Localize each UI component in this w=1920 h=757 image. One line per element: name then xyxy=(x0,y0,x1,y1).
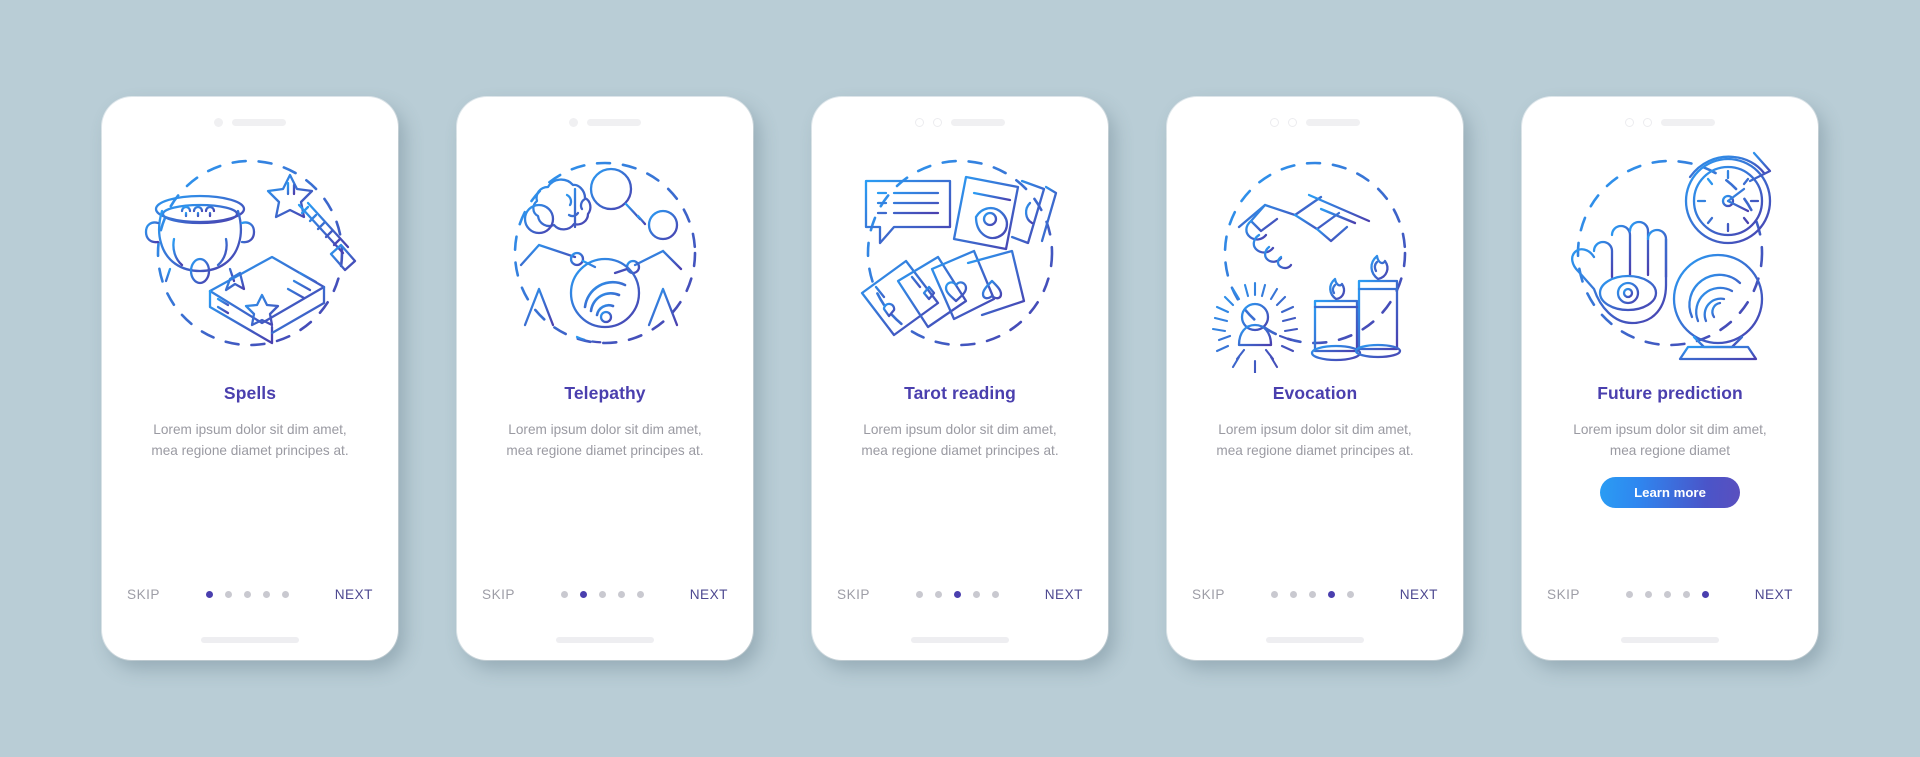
page-title: Spells xyxy=(223,383,277,403)
page-description: Lorem ipsum dolor sit dim amet, mea regi… xyxy=(506,422,704,458)
camera-icon-secondary xyxy=(933,117,942,127)
onboarding-nav-row-2: SKIP NEXT xyxy=(457,587,753,602)
skip-button[interactable]: SKIP xyxy=(1547,587,1580,602)
camera-icon xyxy=(1625,117,1634,127)
phone-screen-future-prediction: Future prediction Lorem ipsum dolor sit … xyxy=(1522,97,1818,660)
speaker-grille xyxy=(232,118,286,126)
camera-icon-secondary xyxy=(1288,117,1297,127)
phone-screen-evocation: Evocation Lorem ipsum dolor sit dim amet… xyxy=(1167,97,1463,660)
phone-screen-spells: Spells Lorem ipsum dolor sit dim amet, m… xyxy=(102,97,398,660)
pagination-dot-3[interactable] xyxy=(243,591,251,598)
pagination-dot-2[interactable] xyxy=(934,591,942,598)
page-title: Telepathy xyxy=(564,383,646,403)
pagination-dots xyxy=(1270,591,1354,598)
page-description: Lorem ipsum dolor sit dim amet, mea regi… xyxy=(1216,422,1414,458)
pagination-dot-5[interactable] xyxy=(281,591,289,598)
pagination-dot-2[interactable] xyxy=(1644,591,1652,598)
speaker-grille xyxy=(1661,118,1715,126)
skip-button[interactable]: SKIP xyxy=(1192,587,1225,602)
phone-screen-tarot-reading: Tarot reading Lorem ipsum dolor sit dim … xyxy=(812,97,1108,660)
onboarding-screens-stage: Spells Lorem ipsum dolor sit dim amet, m… xyxy=(0,0,1920,757)
pagination-dot-1[interactable] xyxy=(1270,591,1278,598)
skip-button[interactable]: SKIP xyxy=(127,587,160,602)
camera-icon xyxy=(1270,117,1279,127)
illustration-cauldron-wand-spellbook xyxy=(122,141,378,373)
onboarding-nav-row-3: SKIP NEXT xyxy=(812,587,1108,602)
pagination-dot-3[interactable] xyxy=(953,591,961,598)
home-indicator xyxy=(201,637,299,643)
next-button[interactable]: NEXT xyxy=(690,587,728,602)
skip-button[interactable]: SKIP xyxy=(482,587,515,602)
illustration-tarot-cards-speech-bubble xyxy=(832,141,1088,373)
pagination-dots xyxy=(1625,591,1709,598)
page-description: Lorem ipsum dolor sit dim amet, mea regi… xyxy=(861,422,1059,458)
next-button[interactable]: NEXT xyxy=(335,587,373,602)
pagination-dot-1[interactable] xyxy=(1625,591,1633,598)
page-title: Evocation xyxy=(1272,383,1358,403)
camera-icon-secondary xyxy=(1643,117,1652,127)
page-title: Tarot reading xyxy=(904,383,1016,403)
onboarding-nav-row-1: SKIP NEXT xyxy=(102,587,398,602)
speaker-grille xyxy=(1306,118,1360,126)
home-indicator xyxy=(911,637,1009,643)
camera-icon xyxy=(915,117,924,127)
learn-more-button[interactable]: Learn more xyxy=(1600,477,1740,508)
speaker-grille xyxy=(587,118,641,126)
pagination-dot-3[interactable] xyxy=(1663,591,1671,598)
pagination-dot-1[interactable] xyxy=(560,591,568,598)
speaker-grille xyxy=(951,118,1005,126)
pagination-dots xyxy=(205,591,289,598)
page-description: Lorem ipsum dolor sit dim amet, mea regi… xyxy=(151,422,349,458)
phone-status-bar-2 xyxy=(457,97,753,137)
pagination-dots xyxy=(915,591,999,598)
illustration-palm-clock-crystalball xyxy=(1542,141,1798,373)
phone-status-bar-5 xyxy=(1522,97,1818,137)
home-indicator xyxy=(556,637,654,643)
skip-button[interactable]: SKIP xyxy=(837,587,870,602)
next-button[interactable]: NEXT xyxy=(1045,587,1083,602)
onboarding-nav-row-5: SKIP NEXT xyxy=(1522,587,1818,602)
pagination-dot-5[interactable] xyxy=(1701,591,1709,598)
home-indicator xyxy=(1266,637,1364,643)
pagination-dot-1[interactable] xyxy=(205,591,213,598)
home-indicator xyxy=(1621,637,1719,643)
page-description: Lorem ipsum dolor sit dim amet, mea regi… xyxy=(1573,422,1767,458)
pagination-dot-5[interactable] xyxy=(991,591,999,598)
pagination-dot-5[interactable] xyxy=(636,591,644,598)
pagination-dot-4[interactable] xyxy=(972,591,980,598)
camera-icon xyxy=(569,117,578,127)
illustration-telepathy-figures-brain xyxy=(477,141,733,373)
pagination-dot-2[interactable] xyxy=(579,591,587,598)
pagination-dot-3[interactable] xyxy=(598,591,606,598)
pagination-dot-4[interactable] xyxy=(1327,591,1335,598)
pagination-dot-4[interactable] xyxy=(617,591,625,598)
page-title: Future prediction xyxy=(1597,383,1743,403)
phone-status-bar-3 xyxy=(812,97,1108,137)
camera-icon xyxy=(214,117,223,127)
pagination-dot-2[interactable] xyxy=(224,591,232,598)
next-button[interactable]: NEXT xyxy=(1755,587,1793,602)
phone-status-bar-1 xyxy=(102,97,398,137)
next-button[interactable]: NEXT xyxy=(1400,587,1438,602)
pagination-dot-1[interactable] xyxy=(915,591,923,598)
pagination-dot-3[interactable] xyxy=(1308,591,1316,598)
illustration-handshake-spirit-candles xyxy=(1187,141,1443,373)
pagination-dot-4[interactable] xyxy=(262,591,270,598)
pagination-dot-5[interactable] xyxy=(1346,591,1354,598)
pagination-dot-2[interactable] xyxy=(1289,591,1297,598)
onboarding-nav-row-4: SKIP NEXT xyxy=(1167,587,1463,602)
phone-screen-telepathy: Telepathy Lorem ipsum dolor sit dim amet… xyxy=(457,97,753,660)
phone-status-bar-4 xyxy=(1167,97,1463,137)
pagination-dot-4[interactable] xyxy=(1682,591,1690,598)
pagination-dots xyxy=(560,591,644,598)
